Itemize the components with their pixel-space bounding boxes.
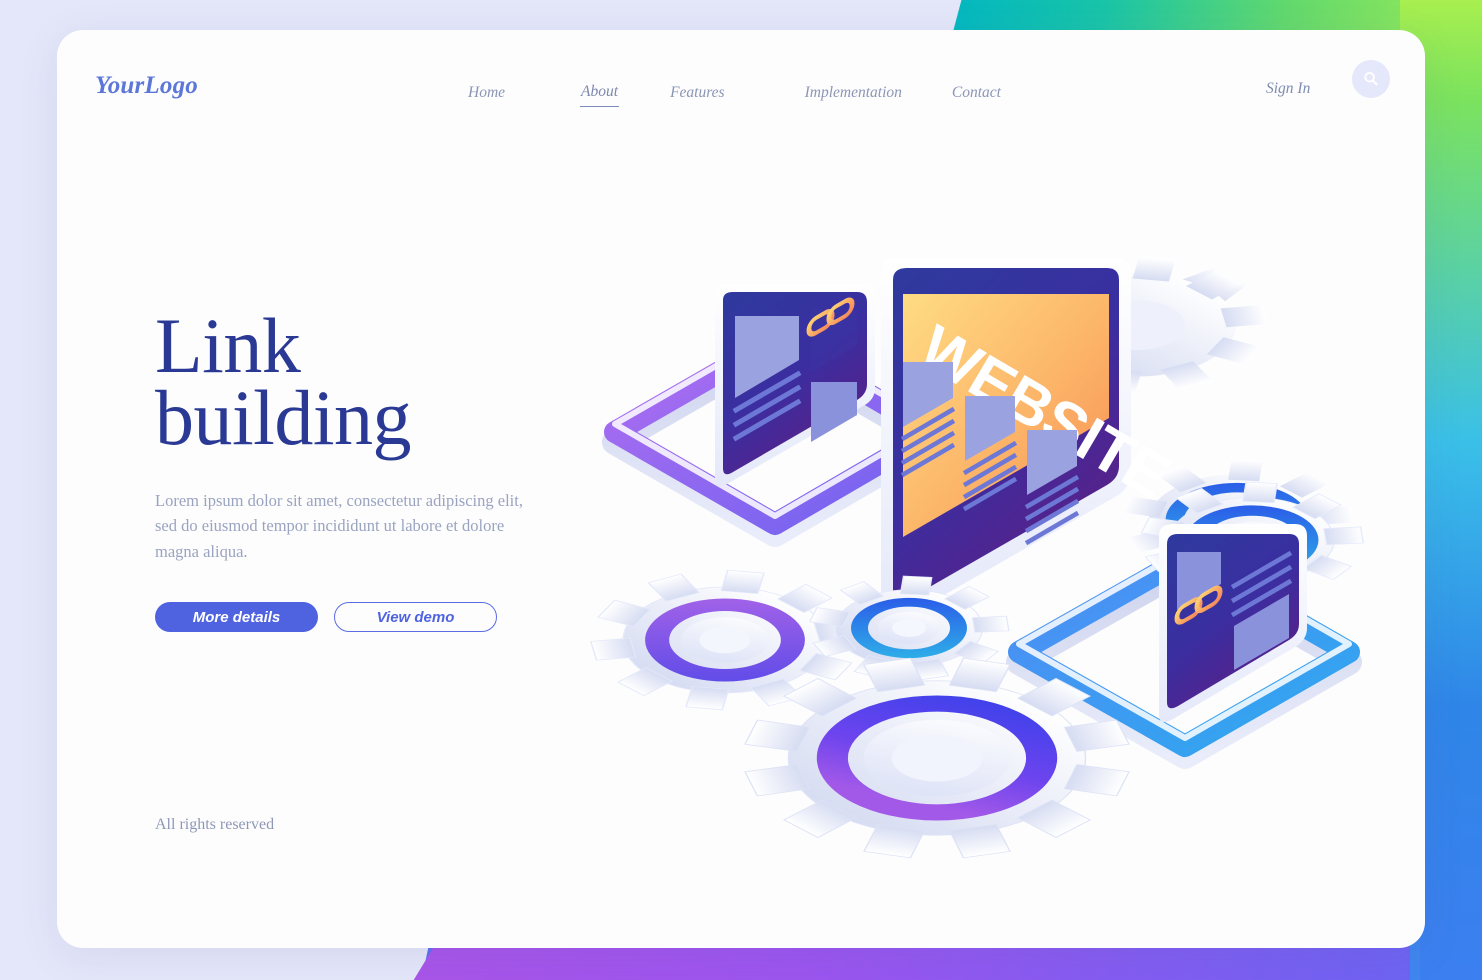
nav-item-contact[interactable]: Contact bbox=[951, 81, 1002, 107]
hero-section: Link building Lorem ipsum dolor sit amet… bbox=[155, 307, 575, 633]
page-root: YourLogo Home About Features Implementat… bbox=[0, 0, 1482, 980]
landing-card: YourLogo Home About Features Implementat… bbox=[57, 30, 1425, 948]
hero-illustration: WEBSITE bbox=[537, 210, 1417, 890]
search-button[interactable] bbox=[1352, 60, 1390, 98]
copyright-text: All rights reserved bbox=[155, 816, 275, 833]
nav-item-about[interactable]: About bbox=[580, 80, 620, 107]
nav-item-home[interactable]: Home bbox=[467, 81, 506, 107]
isometric-artwork: WEBSITE bbox=[590, 256, 1365, 859]
nav-item-features[interactable]: Features bbox=[669, 81, 726, 107]
hero-title-line-2: building bbox=[155, 373, 412, 461]
sign-in-link[interactable]: Sign In bbox=[1266, 80, 1310, 98]
search-icon bbox=[1364, 71, 1378, 86]
site-header: YourLogo Home About Features Implementat… bbox=[57, 30, 1425, 126]
nav-item-implementation[interactable]: Implementation bbox=[804, 81, 903, 107]
page-title: Link building bbox=[155, 307, 575, 457]
more-details-button[interactable]: More details bbox=[155, 602, 318, 633]
hero-subtitle: Lorem ipsum dolor sit amet, consectetur … bbox=[155, 490, 523, 561]
cta-button-row: More details View demo bbox=[155, 602, 575, 633]
brand-logo[interactable]: YourLogo bbox=[95, 72, 198, 100]
main-navigation: Home About Features Implementation Conta… bbox=[467, 80, 1002, 107]
view-demo-button[interactable]: View demo bbox=[334, 602, 497, 633]
